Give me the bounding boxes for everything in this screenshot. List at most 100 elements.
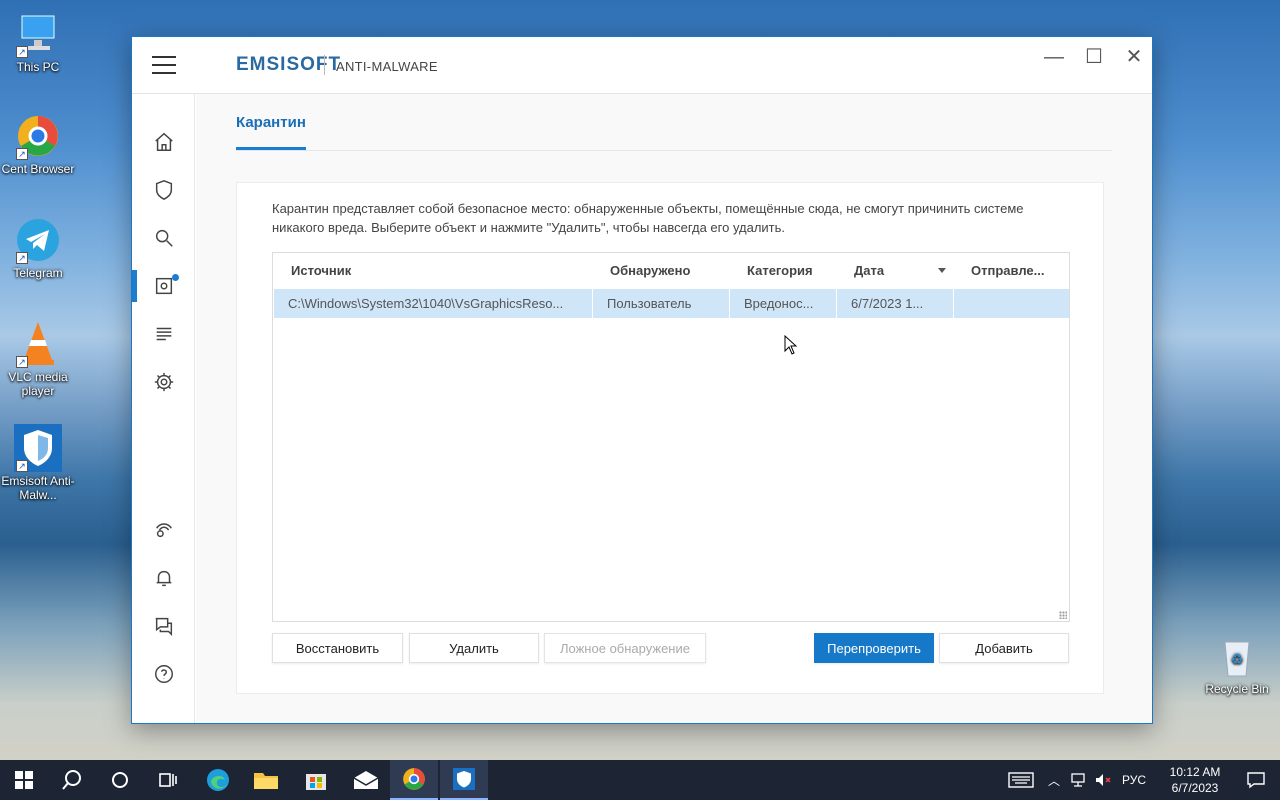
remote-icon — [155, 523, 172, 538]
search-icon — [155, 229, 173, 247]
column-header-source[interactable]: Источник — [291, 263, 351, 278]
column-divider — [836, 289, 837, 318]
taskbar-edge[interactable] — [194, 760, 242, 800]
taskbar-mail[interactable] — [342, 760, 390, 800]
sidebar-item-logs[interactable] — [132, 314, 195, 354]
taskbar-store[interactable] — [292, 760, 340, 800]
desktop-icon-telegram[interactable]: ↗ Telegram — [0, 216, 76, 280]
sidebar-item-quarantine[interactable] — [132, 266, 195, 306]
desktop-icon-vlc[interactable]: ↗ VLC media player — [0, 320, 76, 398]
start-button[interactable] — [0, 760, 48, 800]
shield-icon — [155, 180, 172, 200]
edge-icon — [207, 769, 229, 791]
sidebar-item-protection[interactable] — [132, 170, 195, 210]
sidebar-item-scan[interactable] — [132, 218, 195, 258]
quarantine-panel: Карантин представляет собой безопасное м… — [236, 182, 1104, 694]
main-content: Карантин Карантин представляет собой без… — [196, 94, 1152, 723]
sort-descending-icon — [938, 268, 946, 273]
tab-bar: Карантин — [236, 94, 1112, 151]
desktop-icon-this-pc[interactable]: ↗ This PC — [0, 10, 76, 74]
minimize-button[interactable]: — — [1037, 45, 1071, 69]
maximize-button[interactable]: ☐ — [1077, 45, 1111, 69]
taskbar-cent-browser[interactable] — [390, 760, 438, 800]
cell-detected: Пользователь — [607, 296, 692, 311]
recycle-bin-icon: ♻ — [1213, 632, 1261, 680]
sidebar-item-home[interactable] — [132, 122, 195, 162]
home-icon — [154, 132, 173, 151]
telegram-icon: ↗ — [14, 216, 62, 264]
desktop-icon-label: Recycle Bin — [1205, 682, 1269, 696]
cent-browser-icon: ↗ — [14, 112, 62, 160]
task-view-button[interactable] — [144, 760, 192, 800]
false-positive-button[interactable]: Ложное обнаружение — [544, 633, 706, 663]
desktop-icon-label: This PC — [16, 60, 60, 74]
computer-icon: ↗ — [14, 10, 62, 58]
windows-icon — [15, 771, 33, 789]
vlc-icon: ↗ — [14, 320, 62, 368]
sidebar-item-notifications[interactable] — [132, 558, 195, 598]
logs-icon — [156, 327, 171, 341]
resize-grip[interactable] — [1059, 611, 1067, 619]
tab-quarantine[interactable]: Карантин — [236, 114, 306, 150]
keyboard-icon[interactable] — [1008, 771, 1034, 789]
product-name: ANTI-MALWARE — [336, 59, 438, 74]
clock[interactable]: 10:12 AM 6/7/2023 — [1160, 764, 1230, 796]
gear-icon — [154, 372, 173, 392]
column-header-date[interactable]: Дата — [854, 263, 884, 278]
chevron-up-icon[interactable]: ︿ — [1048, 772, 1060, 789]
cortana-icon — [112, 772, 128, 788]
taskbar: ︿ РУС 10:12 AM 6/7/2023 — [0, 760, 1280, 800]
close-button[interactable]: ✕ — [1117, 45, 1151, 69]
network-icon[interactable] — [1070, 772, 1088, 788]
brand-divider — [324, 55, 325, 75]
sidebar-item-support[interactable] — [132, 606, 195, 646]
delete-button[interactable]: Удалить — [409, 633, 539, 663]
taskbar-emsisoft[interactable] — [440, 760, 488, 800]
emsisoft-icon — [453, 768, 475, 790]
desktop-icon-cent-browser[interactable]: ↗ Cent Browser — [0, 112, 76, 176]
sidebar-item-remote[interactable] — [132, 510, 195, 550]
rescan-button[interactable]: Перепроверить — [814, 633, 934, 663]
folder-icon — [254, 773, 278, 789]
desktop-icon-label: Emsisoft Anti-Malw... — [1, 474, 75, 502]
quarantine-description: Карантин представляет собой безопасное м… — [272, 201, 1024, 235]
system-tray: ︿ РУС — [1008, 760, 1146, 800]
search-button[interactable] — [48, 760, 96, 800]
search-icon — [62, 770, 81, 790]
hamburger-menu-icon[interactable] — [152, 56, 176, 74]
emsisoft-icon: ↗ — [14, 424, 62, 472]
action-center-button[interactable] — [1232, 760, 1280, 800]
desktop-icon-recycle-bin[interactable]: ♻ Recycle Bin — [1199, 632, 1275, 696]
language-indicator[interactable]: РУС — [1122, 773, 1146, 787]
column-divider — [592, 289, 593, 318]
task-view-icon — [159, 773, 177, 787]
emsisoft-window: EMSISOFT ANTI-MALWARE — ☐ ✕ Карантин Кар… — [131, 36, 1153, 724]
clock-date: 6/7/2023 — [1171, 781, 1219, 795]
column-header-category[interactable]: Категория — [747, 263, 813, 278]
svg-text:♻: ♻ — [1231, 652, 1244, 668]
table-row[interactable]: C:\Windows\System32\1040\VsGraphicsReso.… — [274, 289, 1069, 318]
column-divider — [729, 289, 730, 318]
taskbar-explorer[interactable] — [242, 760, 290, 800]
cell-source: C:\Windows\System32\1040\VsGraphicsReso.… — [288, 296, 564, 311]
mouse-cursor-icon — [784, 335, 798, 355]
desktop-icon-label: Cent Browser — [1, 162, 75, 176]
desktop-icon-label: VLC media player — [8, 370, 68, 398]
cell-category: Вредонос... — [744, 296, 814, 311]
add-button[interactable]: Добавить — [939, 633, 1069, 663]
column-header-detected[interactable]: Обнаружено — [610, 263, 690, 278]
help-icon — [154, 665, 173, 683]
sidebar — [132, 94, 195, 723]
brand-logo: EMSISOFT — [236, 54, 342, 75]
sidebar-item-help[interactable] — [132, 654, 195, 694]
column-header-sent[interactable]: Отправле... — [971, 263, 1044, 278]
volume-muted-icon[interactable] — [1094, 772, 1112, 788]
notification-badge — [172, 274, 179, 281]
cortana-button[interactable] — [96, 760, 144, 800]
sidebar-item-settings[interactable] — [132, 362, 195, 402]
title-bar: EMSISOFT ANTI-MALWARE — ☐ ✕ — [132, 37, 1152, 94]
restore-button[interactable]: Восстановить — [272, 633, 403, 663]
desktop-icon-label: Telegram — [13, 266, 63, 280]
table-header: Источник Обнаружено Категория Дата Отпра… — [273, 253, 1069, 289]
desktop-icon-emsisoft[interactable]: ↗ Emsisoft Anti-Malw... — [0, 424, 76, 502]
